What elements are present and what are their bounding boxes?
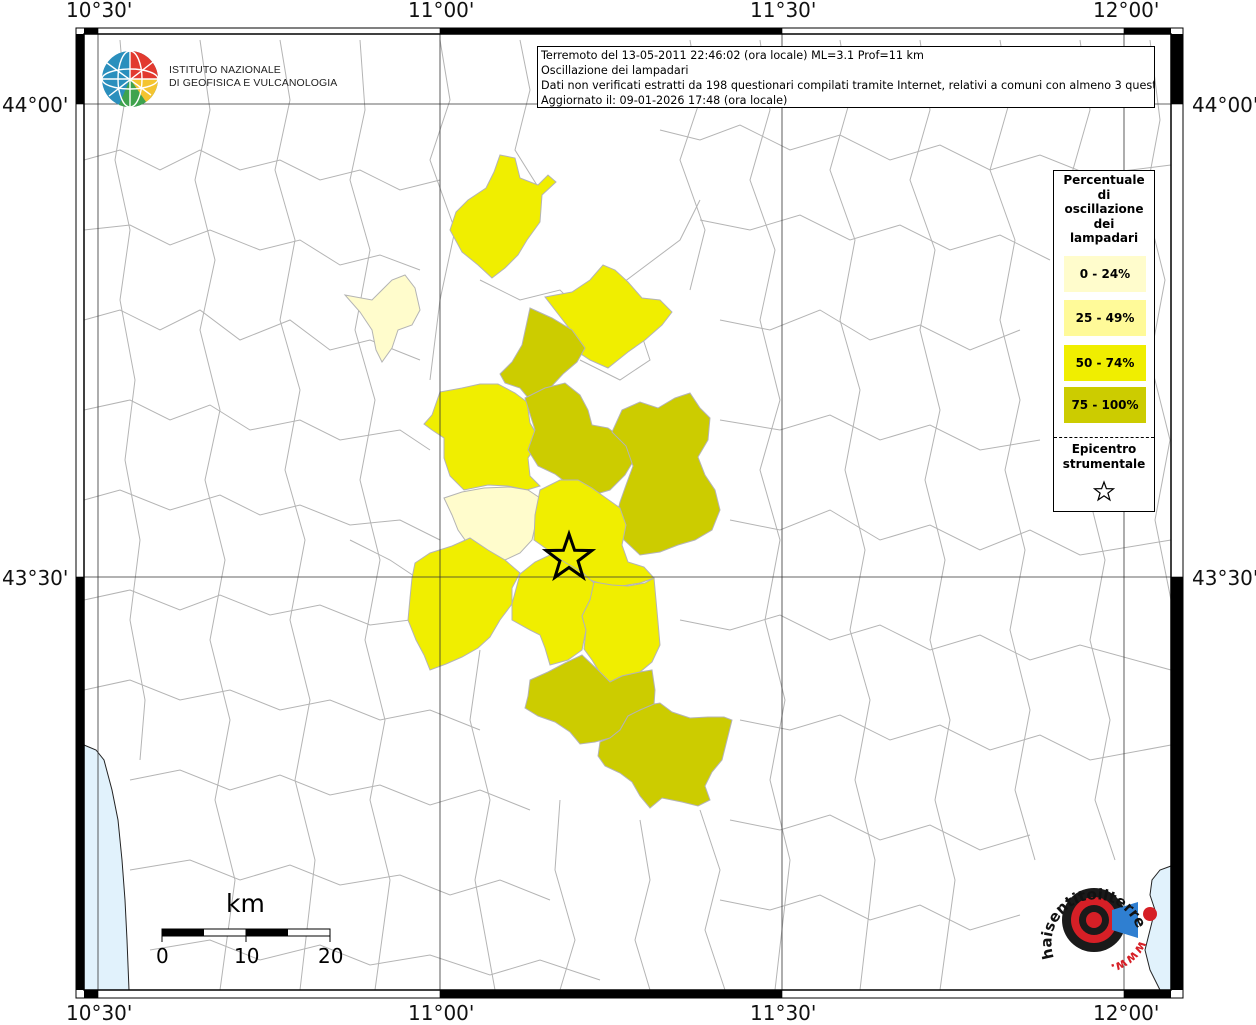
legend-epicenter-line: Epicentro	[1071, 442, 1137, 456]
lon-label-top-4: 12°00'	[1093, 0, 1160, 22]
lat-label-left-1: 44°00'	[2, 93, 69, 117]
legend-title-line: oscillazione	[1064, 202, 1144, 216]
legend-divider	[1054, 437, 1154, 438]
lon-label-bottom-1: 10°30'	[66, 1001, 133, 1025]
municipality-class-50-74	[449, 154, 557, 279]
haisentito-logo: haisentitoilterremoto.it www.	[1028, 862, 1157, 975]
lon-label-bottom-3: 11°30'	[750, 1001, 817, 1025]
legend-item-0-24: 0 - 24%	[1064, 256, 1146, 292]
legend-item-75-100: 75 - 100%	[1064, 387, 1146, 423]
scale-unit: km	[226, 889, 265, 918]
lon-label-bottom-4: 12°00'	[1093, 1001, 1160, 1025]
municipality-class-75-100	[524, 382, 635, 497]
scale-tick-20: 20	[318, 944, 344, 968]
lon-label-top-3: 11°30'	[750, 0, 817, 22]
ingv-name-line: ISTITUTO NAZIONALE	[169, 64, 281, 76]
municipality-class-50-74	[423, 383, 541, 491]
legend-title-line: Percentuale	[1063, 173, 1145, 187]
event-info-line: Aggiornato il: 09-01-2026 17:48 (ora loc…	[541, 94, 788, 107]
lat-label-right-1: 44°00'	[1192, 93, 1256, 117]
lon-label-top-2: 11°00'	[408, 0, 475, 22]
legend-title-line: lampadari	[1069, 231, 1139, 245]
scale-bar	[161, 928, 331, 942]
legend: Percentuale di oscillazione dei lampadar…	[1053, 170, 1155, 512]
ingv-name-line: DI GEOFISICA E VULCANOLOGIA	[169, 77, 338, 89]
legend-epicenter-label: Epicentro strumentale	[1054, 442, 1154, 472]
municipalities-colored	[343, 154, 733, 809]
legend-title: Percentuale di oscillazione dei lampadar…	[1054, 173, 1154, 246]
lon-label-top-1: 10°30'	[66, 0, 133, 22]
municipality-class-75-100	[611, 392, 721, 556]
legend-title-line: dei	[1093, 216, 1115, 231]
legend-item-50-74: 50 - 74%	[1064, 345, 1146, 381]
event-info-line: Oscillazione dei lampadari	[541, 64, 689, 77]
lat-label-right-2: 43°30'	[1192, 566, 1256, 590]
legend-title-line: di	[1097, 187, 1111, 202]
sea-area-west	[83, 744, 130, 991]
event-info-line: Dati non verificati estratti da 198 ques…	[541, 79, 1155, 92]
event-info-line: Terremoto del 13-05-2011 22:46:02 (ora l…	[541, 49, 924, 62]
ingv-name: ISTITUTO NAZIONALE DI GEOFISICA E VULCAN…	[169, 64, 337, 90]
municipality-class-0-24	[343, 274, 421, 363]
event-info-box: Terremoto del 13-05-2011 22:46:02 (ora l…	[537, 46, 1155, 108]
lat-label-left-2: 43°30'	[2, 566, 69, 590]
legend-epicenter-line: strumentale	[1062, 457, 1146, 471]
legend-item-25-49: 25 - 49%	[1064, 300, 1146, 336]
legend-star-icon	[1093, 480, 1115, 502]
scale-tick-0: 0	[156, 944, 169, 968]
scale-tick-10: 10	[234, 944, 260, 968]
lon-label-bottom-2: 11°00'	[408, 1001, 475, 1025]
